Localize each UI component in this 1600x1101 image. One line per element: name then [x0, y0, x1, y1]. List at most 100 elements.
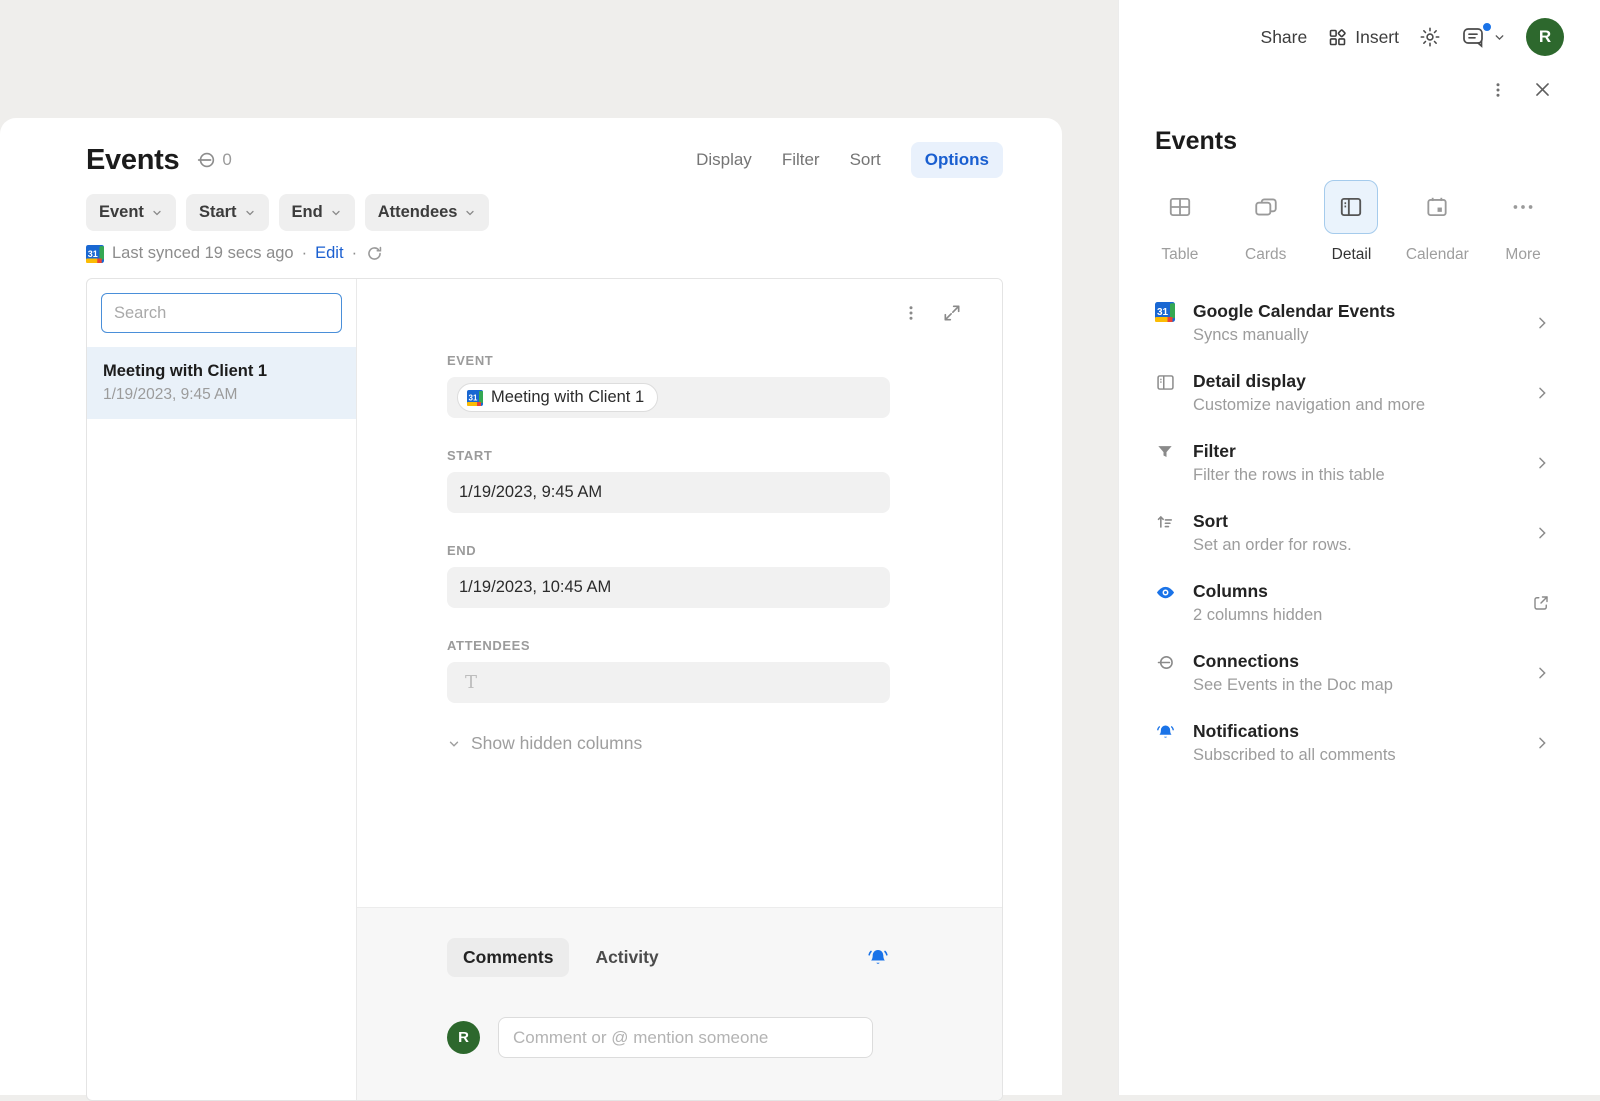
separator: ·	[352, 244, 358, 263]
field-value-box[interactable]: 31 Meeting with Client 1	[447, 377, 890, 418]
connections-link-icon	[1155, 652, 1179, 673]
view-option-detail[interactable]: Detail	[1309, 180, 1395, 264]
setting-detail-display[interactable]: Detail display Customize navigation and …	[1155, 358, 1550, 428]
filter-button[interactable]: Filter	[782, 150, 820, 170]
share-button[interactable]: Share	[1261, 27, 1308, 48]
detail-display-icon	[1155, 372, 1179, 393]
detail-view-icon	[1324, 180, 1378, 234]
view-option-more[interactable]: More	[1480, 180, 1566, 264]
setting-title: Columns	[1193, 581, 1322, 602]
setting-subtitle: Customize navigation and more	[1193, 396, 1425, 415]
field-value-box[interactable]: 1/19/2023, 9:45 AM	[447, 472, 890, 513]
chevron-right-icon	[1534, 525, 1550, 541]
view-option-cards[interactable]: Cards	[1223, 180, 1309, 264]
link-icon	[195, 149, 217, 171]
setting-title: Connections	[1193, 651, 1393, 672]
field-event: EVENT 31 Meeting with Client 1	[447, 353, 890, 418]
end-value-text: 1/19/2023, 10:45 AM	[457, 578, 611, 597]
chevron-right-icon	[1534, 665, 1550, 681]
user-avatar[interactable]: R	[1526, 18, 1564, 56]
field-start: START 1/19/2023, 9:45 AM	[447, 448, 890, 513]
view-switcher: Table Cards Detail Calendar More	[1119, 156, 1600, 264]
view-option-calendar[interactable]: Calendar	[1394, 180, 1480, 264]
field-attendees: ATTENDEES T	[447, 638, 890, 703]
setting-subtitle: See Events in the Doc map	[1193, 676, 1393, 695]
connections-count[interactable]: 0	[195, 149, 231, 171]
gear-icon[interactable]	[1419, 26, 1441, 48]
subscribe-bell-icon[interactable]	[866, 946, 890, 970]
chevron-right-icon	[1534, 735, 1550, 751]
bell-icon	[1155, 722, 1179, 743]
filter-funnel-icon	[1155, 442, 1179, 462]
google-calendar-icon: 31	[86, 245, 104, 263]
row-list-pane: Meeting with Client 1 1/19/2023, 9:45 AM	[87, 279, 357, 1100]
search-input[interactable]	[101, 293, 342, 333]
close-icon[interactable]	[1533, 80, 1552, 99]
settings-list: 31 Google Calendar Events Syncs manually…	[1119, 288, 1600, 778]
expand-row-icon[interactable]	[942, 303, 962, 323]
table-title: Events	[86, 144, 179, 177]
cards-view-icon	[1239, 180, 1293, 234]
show-hidden-columns-button[interactable]: Show hidden columns	[447, 733, 642, 754]
chevron-down-icon	[464, 207, 476, 219]
column-chip-attendees[interactable]: Attendees	[365, 194, 490, 231]
tab-comments[interactable]: Comments	[447, 938, 569, 977]
field-value-box[interactable]: 1/19/2023, 10:45 AM	[447, 567, 890, 608]
edit-sync-link[interactable]: Edit	[315, 244, 343, 263]
setting-filter[interactable]: Filter Filter the rows in this table	[1155, 428, 1550, 498]
setting-connections[interactable]: Connections See Events in the Doc map	[1155, 638, 1550, 708]
list-item-subtitle: 1/19/2023, 9:45 AM	[103, 386, 340, 404]
comment-input[interactable]	[498, 1017, 873, 1058]
google-calendar-icon: 31	[1155, 302, 1179, 322]
chip-label: Attendees	[378, 203, 458, 222]
list-item[interactable]: Meeting with Client 1 1/19/2023, 9:45 AM	[87, 347, 356, 419]
view-label: More	[1505, 246, 1540, 264]
comments-section: Comments Activity R	[357, 907, 1002, 1100]
column-chip-event[interactable]: Event	[86, 194, 176, 231]
chevron-down-icon	[447, 737, 461, 751]
chevron-down-icon	[151, 207, 163, 219]
share-label: Share	[1261, 27, 1308, 48]
eye-icon	[1155, 582, 1179, 603]
row-menu-kebab-icon[interactable]	[902, 304, 920, 322]
setting-subtitle: Syncs manually	[1193, 326, 1395, 345]
comments-feed-button[interactable]	[1461, 25, 1506, 49]
column-chip-end[interactable]: End	[279, 194, 355, 231]
insert-button[interactable]: Insert	[1327, 27, 1399, 48]
column-chip-start[interactable]: Start	[186, 194, 269, 231]
setting-title: Detail display	[1193, 371, 1425, 392]
google-calendar-icon: 31	[467, 390, 483, 406]
event-value-text: Meeting with Client 1	[491, 388, 644, 407]
setting-google-calendar-events[interactable]: 31 Google Calendar Events Syncs manually	[1155, 288, 1550, 358]
refresh-icon[interactable]	[365, 244, 384, 263]
setting-subtitle: 2 columns hidden	[1193, 606, 1322, 625]
event-value-pill[interactable]: 31 Meeting with Client 1	[457, 383, 658, 412]
sort-icon	[1155, 512, 1179, 532]
display-button[interactable]: Display	[696, 150, 752, 170]
panel-kebab-icon[interactable]	[1489, 81, 1507, 99]
top-actions-bar: Share Insert R	[1119, 0, 1600, 56]
setting-notifications[interactable]: Notifications Subscribed to all comments	[1155, 708, 1550, 778]
field-label: END	[447, 543, 890, 558]
view-option-table[interactable]: Table	[1137, 180, 1223, 264]
setting-title: Google Calendar Events	[1193, 301, 1395, 322]
insert-label: Insert	[1355, 27, 1399, 48]
insert-icon	[1327, 27, 1348, 48]
setting-sort[interactable]: Sort Set an order for rows.	[1155, 498, 1550, 568]
user-avatar[interactable]: R	[447, 1021, 480, 1054]
text-format-placeholder-icon: T	[457, 672, 477, 693]
setting-columns[interactable]: Columns 2 columns hidden	[1155, 568, 1550, 638]
setting-subtitle: Subscribed to all comments	[1193, 746, 1396, 765]
tab-activity[interactable]: Activity	[595, 947, 658, 968]
svg-text:31: 31	[88, 248, 98, 258]
field-value-box[interactable]: T	[447, 662, 890, 703]
view-label: Cards	[1245, 246, 1286, 264]
chip-label: Event	[99, 203, 144, 222]
sync-status-text: Last synced 19 secs ago	[112, 244, 294, 263]
setting-title: Filter	[1193, 441, 1385, 462]
detail-view-card: Meeting with Client 1 1/19/2023, 9:45 AM…	[86, 278, 1003, 1101]
sort-button[interactable]: Sort	[850, 150, 881, 170]
chevron-right-icon	[1534, 315, 1550, 331]
chip-label: Start	[199, 203, 237, 222]
options-button[interactable]: Options	[911, 142, 1003, 178]
